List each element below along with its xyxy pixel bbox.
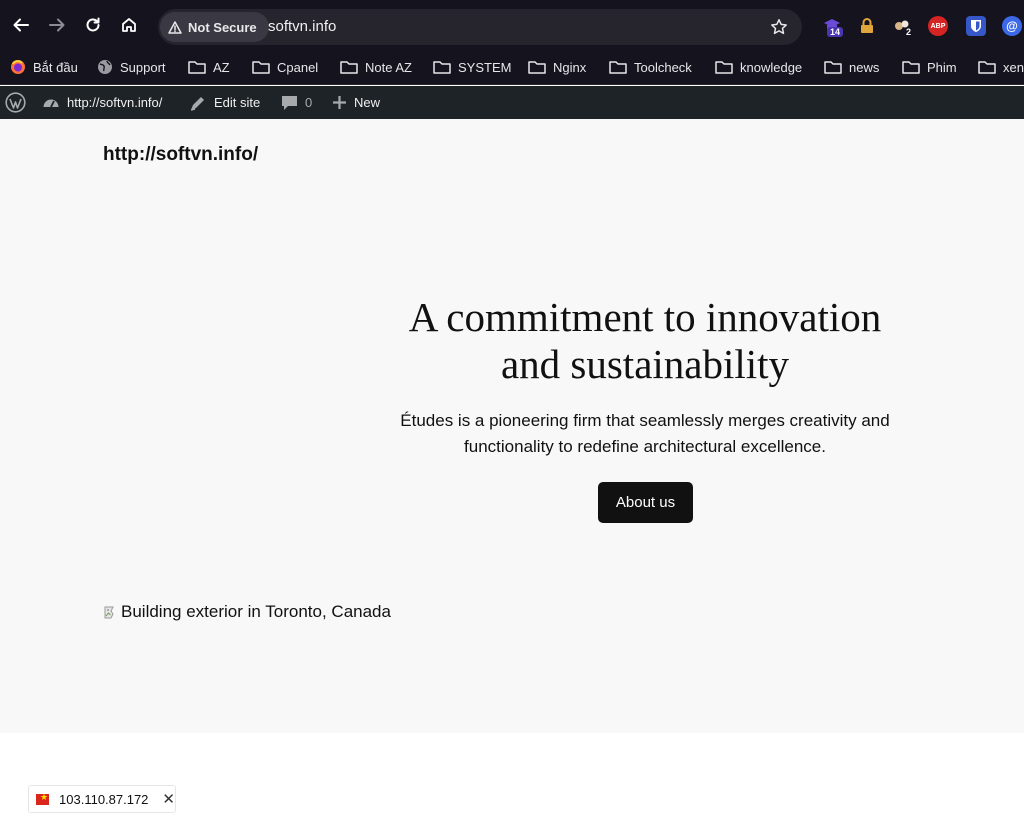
adblock-plus-button[interactable]: ABP — [928, 16, 948, 36]
extension-badge-14[interactable]: 14 — [822, 16, 844, 37]
bookmark-label: AZ — [213, 59, 230, 75]
adblock-plus-icon: ABP — [930, 22, 946, 30]
bookmark-label: Toolcheck — [634, 59, 692, 75]
ip-indicator: 103.110.87.172 ✕ — [28, 785, 176, 813]
bookmark-folder-phim[interactable]: Phim — [902, 57, 957, 77]
folder-icon — [252, 61, 270, 74]
arrow-left-icon — [13, 18, 29, 32]
bookmark-label: knowledge — [740, 59, 803, 75]
vietnam-flag-icon — [36, 792, 50, 805]
building-image: Building exterior in Toronto, Canada — [103, 602, 391, 622]
home-icon — [122, 18, 136, 32]
image-alt-text: Building exterior in Toronto, Canada — [121, 602, 391, 621]
edit-site-label: Edit site — [214, 95, 261, 110]
bookmark-label: Nginx — [553, 59, 587, 75]
account-button[interactable]: @ — [1002, 16, 1022, 36]
comments-count: 0 — [305, 95, 313, 110]
edit-site-link[interactable]: Edit site — [189, 86, 260, 119]
broken-image-icon — [104, 606, 114, 619]
bookmark-folder-system[interactable]: SYSTEM — [433, 57, 511, 77]
dashboard-icon — [43, 99, 59, 107]
folder-icon — [978, 61, 996, 74]
security-label: Not Secure — [188, 19, 257, 35]
security-indicator[interactable]: Not Secure — [160, 12, 269, 42]
site-name-label: http://softvn.info/ — [67, 95, 163, 110]
ip-address: 103.110.87.172 — [59, 791, 149, 807]
at-sign-icon: @ — [1006, 19, 1018, 33]
site-name-link[interactable]: http://softvn.info/ — [42, 86, 162, 119]
folder-icon — [902, 61, 920, 74]
home-button[interactable] — [118, 14, 140, 36]
folder-icon — [609, 61, 627, 74]
hero-description: Études is a pioneering firm that seamles… — [370, 408, 920, 460]
bookmark-label: Phim — [927, 59, 957, 75]
bookmark-label: SYSTEM — [458, 59, 512, 75]
bookmark-folder-cpanel[interactable]: Cpanel — [252, 57, 318, 77]
bookmark-star-button[interactable] — [768, 16, 790, 38]
close-icon[interactable]: ✕ — [162, 790, 175, 808]
bookmark-label: xen — [1003, 59, 1024, 75]
back-button[interactable] — [10, 14, 32, 36]
extension-badge-2[interactable]: 2 — [892, 16, 912, 37]
comment-bubble-icon — [282, 95, 297, 110]
bookmark-folder-xen[interactable]: xen — [978, 57, 1024, 77]
extension-count-badge: 2 — [906, 27, 912, 37]
bookmark-folder-toolcheck[interactable]: Toolcheck — [609, 57, 692, 77]
wp-admin-bar: http://softvn.info/ Edit site 0 New — [0, 86, 1024, 119]
bookmark-label: Cpanel — [277, 59, 319, 75]
hero-heading: A commitment to innovation and sustainab… — [360, 294, 930, 388]
bookmark-folder-az[interactable]: AZ — [188, 57, 230, 77]
about-us-button[interactable]: About us — [598, 482, 693, 523]
bookmark-folder-note-az[interactable]: Note AZ — [340, 57, 412, 77]
bookmark-bat-dau[interactable]: Bắt đầu — [10, 57, 78, 77]
globe-icon — [98, 60, 112, 74]
page-content: http://softvn.info/ A commitment to inno… — [0, 119, 1024, 733]
hero-description-line: Études is a pioneering firm that seamles… — [400, 411, 890, 430]
edit-pencil-icon — [190, 96, 204, 111]
reload-button[interactable] — [82, 14, 104, 36]
folder-icon — [433, 61, 451, 74]
forward-button[interactable] — [46, 14, 68, 36]
new-label: New — [354, 95, 381, 110]
firefox-icon — [11, 60, 25, 74]
shield-icon — [971, 20, 981, 32]
folder-icon — [528, 61, 546, 74]
hero-heading-line: A commitment to innovation — [408, 294, 882, 340]
arrow-right-icon — [49, 18, 65, 32]
star-icon — [771, 19, 787, 35]
hero-description-line: functionality to redefine architectural … — [464, 437, 826, 456]
bookmark-folder-nginx[interactable]: Nginx — [528, 57, 586, 77]
new-content-menu[interactable]: New — [332, 86, 380, 119]
bookmark-support[interactable]: Support — [97, 57, 166, 77]
extension-count-badge: 14 — [827, 27, 844, 37]
address-bar[interactable]: Not Secure softvn.info — [158, 9, 802, 45]
bookmark-label: news — [849, 59, 880, 75]
wordpress-logo-icon — [5, 92, 26, 113]
bookmark-label: Support — [120, 59, 166, 75]
bookmark-folder-knowledge[interactable]: knowledge — [715, 57, 802, 77]
lock-extension[interactable] — [857, 16, 877, 36]
browser-toolbar: Not Secure softvn.info 14 2 ABP @ — [0, 0, 1024, 50]
reload-icon — [86, 17, 100, 32]
warning-icon — [168, 20, 182, 34]
folder-icon — [340, 61, 358, 74]
comments-link[interactable]: 0 — [281, 86, 312, 119]
bookmark-label: Bắt đầu — [33, 59, 78, 75]
bitwarden-button[interactable] — [966, 16, 986, 36]
site-title[interactable]: http://softvn.info/ — [103, 144, 258, 166]
hero-heading-line: and sustainability — [500, 341, 790, 387]
wordpress-menu[interactable] — [5, 86, 26, 119]
folder-icon — [824, 61, 842, 74]
bookmark-folder-news[interactable]: news — [824, 57, 879, 77]
plus-icon — [333, 96, 346, 109]
lock-icon — [861, 18, 873, 33]
url-text[interactable]: softvn.info — [268, 18, 336, 35]
folder-icon — [188, 61, 206, 74]
bookmarks-bar: Bắt đầu Support AZ Cpanel Note AZ SYSTEM… — [0, 50, 1024, 85]
bookmark-label: Note AZ — [365, 59, 412, 75]
folder-icon — [715, 61, 733, 74]
